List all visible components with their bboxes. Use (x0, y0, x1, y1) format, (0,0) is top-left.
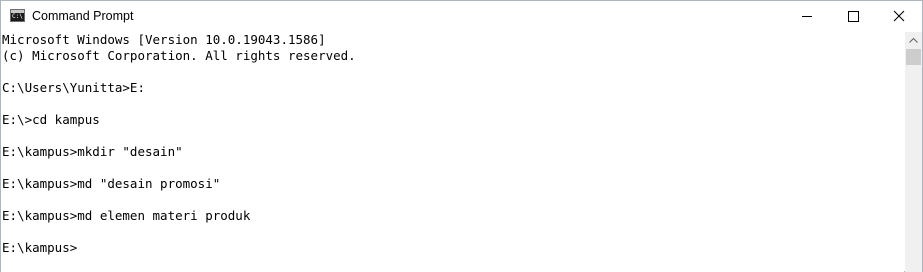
console-line: E:\kampus>md "desain promosi" (2, 176, 221, 191)
minimize-button[interactable] (784, 1, 830, 31)
console-line: E:\kampus>md elemen materi produk (2, 208, 251, 223)
console-output[interactable]: Microsoft Windows [Version 10.0.19043.15… (1, 32, 904, 272)
close-button[interactable] (876, 1, 922, 31)
console-line: Microsoft Windows [Version 10.0.19043.15… (2, 32, 326, 47)
command-prompt-icon[interactable]: C:\ (10, 9, 25, 22)
vertical-scrollbar[interactable] (905, 32, 922, 272)
title-bar[interactable]: C:\ Command Prompt (1, 1, 922, 31)
console-line: C:\Users\Yunitta>E: (2, 80, 145, 95)
icon-glyph: C:\ (12, 13, 23, 20)
console-prompt-line: E:\kampus> (2, 240, 78, 255)
scroll-up-button[interactable] (905, 32, 922, 49)
console-line: E:\>cd kampus (2, 112, 100, 127)
window-title: Command Prompt (32, 9, 134, 23)
maximize-icon (848, 11, 859, 22)
maximize-button[interactable] (830, 1, 876, 31)
close-icon (893, 10, 905, 22)
console-line: E:\kampus>mkdir "desain" (2, 144, 183, 159)
scrollbar-thumb[interactable] (906, 49, 921, 65)
minimize-icon (802, 16, 812, 17)
console-line: (c) Microsoft Corporation. All rights re… (2, 48, 356, 63)
chevron-up-icon (909, 37, 918, 43)
command-prompt-window: C:\ Command Prompt Microsoft Windows [Ve… (0, 0, 923, 272)
